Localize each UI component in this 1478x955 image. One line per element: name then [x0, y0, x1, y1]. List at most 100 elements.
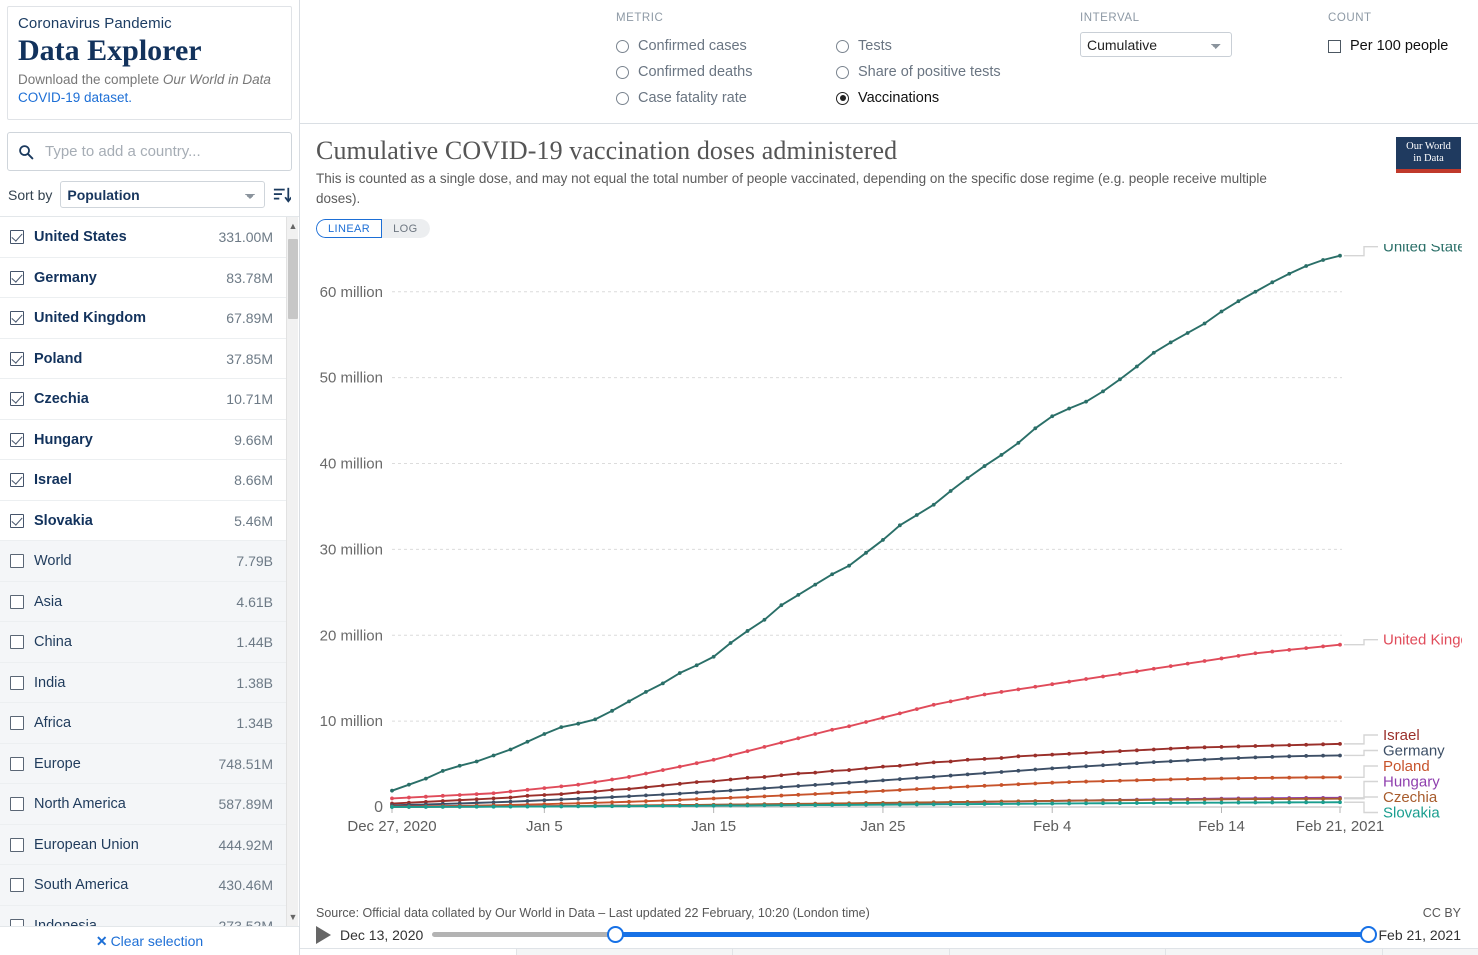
search-box[interactable] — [7, 132, 292, 172]
checkbox-icon[interactable] — [10, 432, 24, 447]
clear-selection-button[interactable]: ✕ Clear selection — [0, 926, 299, 955]
metric-option-tests[interactable]: Tests — [836, 33, 1001, 59]
sort-by-select[interactable]: Population — [60, 181, 265, 209]
data-point — [525, 804, 530, 809]
country-row[interactable]: United Kingdom 67.89M — [0, 298, 286, 339]
checkbox-icon[interactable] — [10, 270, 24, 285]
country-row[interactable]: Hungary 9.66M — [0, 420, 286, 461]
checkbox-icon[interactable] — [10, 716, 24, 731]
checkbox-icon[interactable] — [10, 837, 24, 852]
checkbox-icon[interactable] — [10, 756, 24, 771]
sort-descending-icon[interactable] — [273, 185, 291, 205]
timeline-handle-start[interactable] — [607, 926, 625, 944]
country-row[interactable]: Czechia 10.71M — [0, 379, 286, 420]
checkbox-icon[interactable] — [10, 230, 24, 245]
scrollbar-thumb[interactable] — [288, 239, 298, 320]
country-population: 7.79B — [236, 553, 273, 570]
scale-toggle[interactable]: LINEAR LOG — [316, 219, 430, 239]
country-row[interactable]: Slovakia 5.46M — [0, 501, 286, 542]
tab-sources[interactable]: SOURCES — [949, 949, 1167, 955]
data-point — [457, 793, 462, 798]
scroll-up-icon[interactable]: ▲ — [287, 217, 299, 235]
data-point — [813, 783, 818, 787]
data-point — [948, 802, 953, 807]
checkbox-icon[interactable] — [10, 392, 24, 407]
checkbox-icon[interactable] — [10, 473, 24, 488]
checkbox-icon[interactable] — [10, 797, 24, 812]
bottom-tabs[interactable]: CHARTMAPTABLESOURCESDOWNLOAD — [300, 948, 1478, 955]
country-row[interactable]: Israel 8.66M — [0, 460, 286, 501]
country-row[interactable]: Asia 4.61B — [0, 581, 286, 623]
scale-linear-button[interactable]: LINEAR — [316, 219, 383, 239]
data-point — [745, 795, 750, 800]
data-point — [1270, 800, 1275, 805]
country-row[interactable]: China 1.44B — [0, 622, 286, 663]
data-point — [474, 804, 479, 809]
scroll-down-icon[interactable]: ▼ — [287, 908, 299, 926]
data-point — [897, 788, 902, 793]
checkbox-icon[interactable] — [10, 513, 24, 528]
data-point — [881, 715, 885, 720]
metric-option-case-fatality-rate[interactable]: Case fatality rate — [616, 85, 752, 111]
country-row[interactable]: Indonesia 273.52M — [0, 905, 286, 926]
data-point — [1287, 648, 1292, 652]
tab-map[interactable]: MAP — [516, 949, 734, 955]
country-row[interactable]: Africa 1.34B — [0, 703, 286, 744]
country-row[interactable]: Poland 37.85M — [0, 339, 286, 380]
data-point — [897, 764, 902, 768]
checkbox-icon[interactable] — [10, 351, 24, 366]
checkbox-icon[interactable] — [10, 878, 24, 893]
tab-chart[interactable]: CHART — [300, 949, 517, 955]
checkbox-icon[interactable] — [10, 635, 24, 650]
data-point — [864, 720, 868, 725]
data-point — [1050, 682, 1055, 687]
source-note: Source: Official data collated by Our Wo… — [316, 906, 870, 921]
timeline-track[interactable] — [432, 926, 1378, 944]
data-point — [1236, 756, 1241, 761]
country-row[interactable]: European Union 444.92M — [0, 824, 286, 866]
search-input[interactable] — [43, 142, 281, 162]
data-point — [1338, 796, 1342, 801]
country-row[interactable]: Europe 748.51M — [0, 743, 286, 785]
checkbox-icon[interactable] — [10, 675, 24, 690]
country-list[interactable]: United States 331.00M Germany 83.78M United … — [0, 216, 299, 926]
metric-options-column-1: Confirmed cases Confirmed deaths Case fata… — [616, 33, 752, 111]
country-population: 444.92M — [218, 836, 273, 853]
checkbox-icon[interactable] — [10, 918, 24, 926]
data-point — [1304, 800, 1309, 805]
data-point — [1219, 800, 1224, 805]
country-row[interactable]: North America 587.89M — [0, 784, 286, 825]
dataset-link[interactable]: COVID-19 dataset. — [18, 90, 132, 105]
data-point — [525, 794, 530, 798]
country-list-scrollbar[interactable]: ▲ ▼ — [286, 217, 298, 926]
country-population: 1.44B — [236, 634, 273, 651]
legend-leader-line — [1344, 780, 1378, 799]
country-row[interactable]: India 1.38B — [0, 662, 286, 704]
country-row[interactable]: United States 331.00M — [0, 217, 286, 258]
timeline-handle-end[interactable] — [1360, 926, 1378, 944]
metric-option-vaccinations[interactable]: Vaccinations — [836, 85, 1001, 111]
country-row[interactable]: World 7.79B — [0, 541, 286, 582]
country-row[interactable]: Germany 83.78M — [0, 258, 286, 299]
data-point — [1016, 802, 1021, 806]
checkbox-icon[interactable] — [10, 554, 24, 569]
data-point — [407, 805, 411, 809]
checkbox-icon[interactable] — [10, 594, 24, 609]
metric-option-share-of-positive-tests[interactable]: Share of positive tests — [836, 59, 1001, 85]
sort-by-label: Sort by — [8, 186, 53, 203]
checkbox-icon[interactable] — [10, 311, 24, 326]
tab-download[interactable]: DOWNLOAD — [1166, 949, 1383, 955]
scale-log-button[interactable]: LOG — [382, 219, 430, 239]
metric-option-confirmed-cases[interactable]: Confirmed cases — [616, 33, 752, 59]
count-per-100-option[interactable]: Per 100 people — [1328, 33, 1448, 59]
timeline-slider[interactable]: Dec 13, 2020 Feb 21, 2021 — [300, 920, 1478, 948]
tab-share[interactable] — [1382, 949, 1478, 955]
data-point — [999, 453, 1004, 457]
tab-table[interactable]: TABLE — [733, 949, 950, 955]
play-icon[interactable] — [316, 926, 331, 945]
country-row[interactable]: South America 430.46M — [0, 865, 286, 906]
metric-option-confirmed-deaths[interactable]: Confirmed deaths — [616, 59, 752, 85]
interval-select[interactable]: Cumulative — [1080, 32, 1232, 57]
data-point — [1151, 778, 1156, 782]
radio-icon — [836, 39, 849, 53]
